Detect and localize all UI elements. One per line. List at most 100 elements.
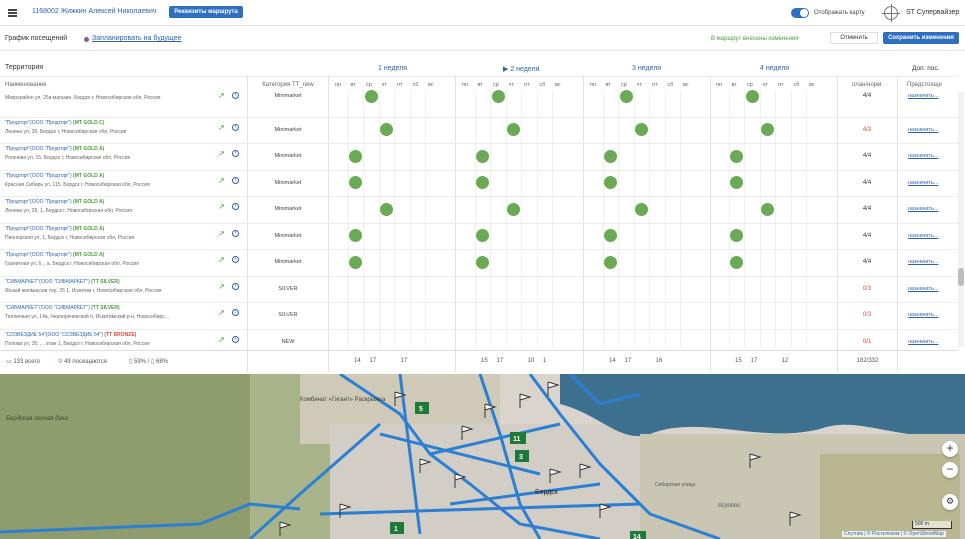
visit-dot[interactable] <box>507 202 520 216</box>
day-header[interactable]: чт <box>509 82 514 88</box>
scrollbar-thumb[interactable] <box>958 268 964 286</box>
outlet-name-label[interactable]: "СИБМАРКЕТ"(ООО "СИБМАРКЕТ") <box>5 305 90 311</box>
show-map-toggle[interactable] <box>791 8 809 18</box>
outlet-name-label[interactable]: "СИБМАРКЕТ"(ООО "СИБМАРКЕТ") <box>5 279 90 285</box>
open-outlet-icon[interactable]: ↗ <box>218 308 225 317</box>
visit-dot[interactable] <box>491 90 505 103</box>
zoom-in-button[interactable]: + <box>942 441 958 457</box>
visit-dot[interactable] <box>507 123 520 137</box>
save-button[interactable]: Сохранить изменения <box>883 32 959 44</box>
visit-dot[interactable] <box>730 255 743 269</box>
visit-dot[interactable] <box>619 90 633 103</box>
week-3-header[interactable]: 3 неделя <box>632 65 661 72</box>
visit-dot[interactable] <box>349 176 362 190</box>
visit-dot[interactable] <box>476 255 489 269</box>
outlet-name[interactable]: "Продторг"(ООО "Продторг") (МТ GOLD A) <box>5 252 104 258</box>
info-icon[interactable]: i <box>232 335 239 343</box>
visit-dot[interactable] <box>635 123 648 137</box>
info-icon[interactable]: i <box>232 229 239 237</box>
locate-icon[interactable] <box>882 4 900 22</box>
day-header[interactable]: вт <box>606 82 611 88</box>
outlet-name[interactable]: "СОЗВЕЗДИЕ 54"(ООО "СОЗВЕЗДИЕ 54") (ТТ B… <box>5 332 136 338</box>
open-outlet-icon[interactable]: ↗ <box>218 176 225 185</box>
scrollbar-track[interactable] <box>958 92 964 347</box>
outlet-name[interactable]: "Продторг"(ООО "Продторг") (МТ GOLD A) <box>5 199 104 205</box>
day-header[interactable]: пт <box>652 82 658 88</box>
info-icon[interactable]: i <box>232 123 239 131</box>
outlet-name-label[interactable]: "Продторг"(ООО "Продторг") <box>5 199 72 205</box>
day-header[interactable]: чт <box>382 82 387 88</box>
visit-dot[interactable] <box>730 229 743 243</box>
day-header[interactable]: ср <box>747 82 753 88</box>
day-header[interactable]: пт <box>524 82 530 88</box>
zoom-out-button[interactable]: − <box>942 462 958 478</box>
open-outlet-icon[interactable]: ↗ <box>218 229 225 238</box>
visit-dot[interactable] <box>380 202 393 216</box>
week-1-header[interactable]: 1 неделя <box>378 65 407 72</box>
day-header[interactable]: ср <box>621 82 627 88</box>
open-outlet-icon[interactable]: ↗ <box>218 149 225 158</box>
assign-link[interactable]: назначить... <box>908 180 938 186</box>
visit-dot[interactable] <box>604 176 617 190</box>
planned-link[interactable]: Запланировать на будущее <box>92 35 182 42</box>
map-attribution[interactable]: Спутник | © Ростелеком | © OpenStreetMap <box>842 531 946 537</box>
day-header[interactable]: сб <box>413 82 419 88</box>
info-icon[interactable]: i <box>232 176 239 184</box>
day-header[interactable]: пн <box>716 82 722 88</box>
outlet-name[interactable]: "СИБМАРКЕТ"(ООО "СИБМАРКЕТ") (ТТ SILVER) <box>5 279 120 285</box>
user-name[interactable]: ST Супервайзер <box>906 9 959 16</box>
visit-dot[interactable] <box>604 229 617 243</box>
visit-dot[interactable] <box>476 229 489 243</box>
layers-icon[interactable]: ⚙ <box>942 494 958 510</box>
visit-dot[interactable] <box>604 149 617 163</box>
visit-dot[interactable] <box>604 255 617 269</box>
outlet-name-label[interactable]: "Продторг"(ООО "Продторг") <box>5 252 72 258</box>
assign-link[interactable]: назначить... <box>908 93 938 99</box>
agent-name[interactable]: 1168002 Жижкин Алексей Николаевич <box>32 8 157 15</box>
visit-dot[interactable] <box>476 176 489 190</box>
day-header[interactable]: ср <box>366 82 372 88</box>
menu-icon[interactable] <box>8 9 17 17</box>
map-canvas[interactable]: 5 11 3 1 14 Бердская лесная дача Комбина… <box>0 374 965 539</box>
visit-dot[interactable] <box>761 202 774 216</box>
day-header[interactable]: сб <box>794 82 800 88</box>
assign-link[interactable]: назначить... <box>908 286 938 292</box>
visit-dot[interactable] <box>349 229 362 243</box>
day-header[interactable]: пн <box>590 82 596 88</box>
outlet-name[interactable]: "Продторг"(ООО "Продторг") (МТ GOLD C) <box>5 120 104 126</box>
info-icon[interactable]: i <box>232 256 239 263</box>
open-outlet-icon[interactable]: ↗ <box>218 123 225 132</box>
assign-link[interactable]: назначить... <box>908 233 938 239</box>
assign-link[interactable]: назначить... <box>908 127 938 133</box>
assign-link[interactable]: назначить... <box>908 259 938 265</box>
visit-dot[interactable] <box>349 255 362 269</box>
day-header[interactable]: вт <box>732 82 737 88</box>
visit-dot[interactable] <box>364 90 378 103</box>
day-header[interactable]: пн <box>335 82 341 88</box>
day-header[interactable]: ср <box>493 82 499 88</box>
day-header[interactable]: вс <box>428 82 434 88</box>
open-outlet-icon[interactable]: ↗ <box>218 335 225 344</box>
info-icon[interactable]: i <box>232 150 239 157</box>
visit-dot[interactable] <box>730 149 743 163</box>
info-icon[interactable]: i <box>232 92 239 99</box>
outlet-name[interactable]: "Продторг"(ООО "Продторг") (МТ GOLD A) <box>5 146 104 152</box>
cancel-button[interactable]: Отменить <box>830 32 878 44</box>
outlet-name[interactable]: "СИБМАРКЕТ"(ООО "СИБМАРКЕТ") (ТТ SILVER) <box>5 305 120 311</box>
day-header[interactable]: вс <box>555 82 561 88</box>
open-outlet-icon[interactable]: ↗ <box>218 202 225 211</box>
visit-dot[interactable] <box>380 123 393 137</box>
visit-dot[interactable] <box>349 149 362 163</box>
day-header[interactable]: сб <box>540 82 546 88</box>
outlet-name[interactable]: "Продторг"(ООО "Продторг") (МТ GOLD A) <box>5 173 104 179</box>
day-header[interactable]: вс <box>683 82 689 88</box>
day-header[interactable]: чт <box>637 82 642 88</box>
day-header[interactable]: вт <box>478 82 483 88</box>
assign-link[interactable]: назначить... <box>908 339 938 345</box>
outlet-name[interactable]: "Продторг"(ООО "Продторг") (МТ GOLD A) <box>5 226 104 232</box>
outlet-name-label[interactable]: "СОЗВЕЗДИЕ 54"(ООО "СОЗВЕЗДИЕ 54") <box>5 332 103 338</box>
outlet-name-label[interactable]: "Продторг"(ООО "Продторг") <box>5 173 72 179</box>
day-header[interactable]: чт <box>763 82 768 88</box>
assign-link[interactable]: назначить... <box>908 312 938 318</box>
outlet-name-label[interactable]: "Продторг"(ООО "Продторг") <box>5 120 72 126</box>
